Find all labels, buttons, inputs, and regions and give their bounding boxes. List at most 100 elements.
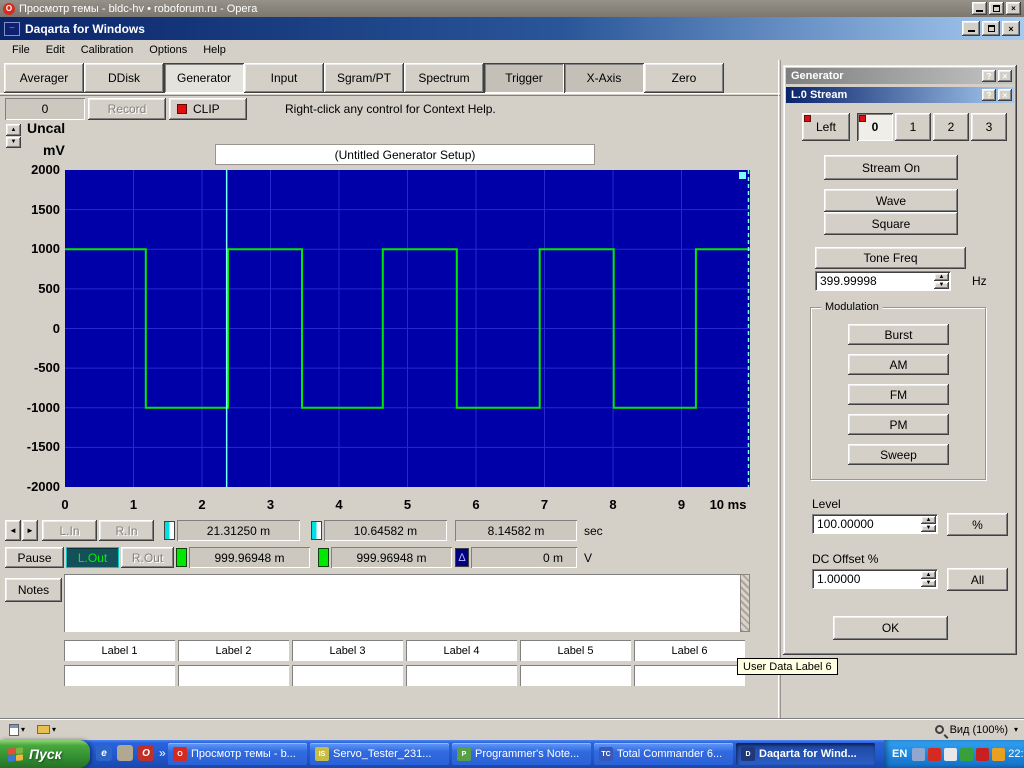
generator-help-button[interactable]: ?: [982, 70, 996, 82]
clock[interactable]: 22:10: [1008, 748, 1024, 760]
stream-titlebar[interactable]: L.0 Stream ? ×: [786, 87, 1014, 103]
wave-button[interactable]: Wave: [824, 189, 958, 212]
right-output-button[interactable]: R.Out: [121, 547, 174, 568]
spin-down-button[interactable]: ▼: [921, 580, 936, 588]
taskbar-task-servo-tester-231-[interactable]: ISServo_Tester_231...: [310, 743, 449, 765]
taskbar-task-daqarta-for-wind-[interactable]: DDaqarta for Wind...: [736, 743, 875, 765]
taskbar-task-просмотр-темы-b-[interactable]: OПросмотр темы - b...: [168, 743, 307, 765]
notes-button[interactable]: Notes: [5, 578, 62, 602]
right-input-button[interactable]: R.In: [99, 520, 154, 541]
wave-type-button[interactable]: Square: [824, 212, 958, 235]
left-output-button[interactable]: L.Out: [66, 547, 119, 568]
user-label-value-6[interactable]: [634, 665, 745, 686]
tray-icon-4[interactable]: [960, 748, 973, 761]
menu-options[interactable]: Options: [141, 42, 195, 58]
oscilloscope-plot[interactable]: [65, 170, 750, 487]
user-label-value-1[interactable]: [64, 665, 175, 686]
tab-trigger[interactable]: Trigger: [484, 63, 564, 93]
menu-calibration[interactable]: Calibration: [73, 42, 142, 58]
channel-button-0[interactable]: 0: [857, 113, 893, 141]
tab-generator[interactable]: Generator: [164, 63, 244, 93]
statusbar-folder-button[interactable]: ▾: [34, 724, 59, 735]
spin-up-button[interactable]: ▲: [934, 273, 949, 281]
app-minimize-button[interactable]: [962, 21, 980, 36]
spin-up-button[interactable]: ▲: [921, 571, 936, 579]
taskbar-task-programmer-s-note-[interactable]: PProgrammer's Note...: [452, 743, 591, 765]
app-maximize-button[interactable]: [982, 21, 1000, 36]
statusbar-panels-button[interactable]: ▾: [6, 723, 28, 737]
am-button[interactable]: AM: [848, 354, 949, 375]
tone-freq-button[interactable]: Tone Freq: [815, 247, 966, 269]
clip-indicator[interactable]: CLIP: [169, 98, 247, 120]
start-button[interactable]: Пуск: [0, 740, 90, 768]
channel-button-left[interactable]: Left: [802, 113, 850, 141]
notes-textarea[interactable]: [64, 574, 740, 632]
dc-offset-field[interactable]: 1.00000 ▲ ▼: [812, 569, 938, 589]
user-label-4[interactable]: Label 4: [406, 640, 517, 661]
tone-freq-field[interactable]: 399.99998 ▲ ▼: [815, 271, 951, 291]
scale-up-button[interactable]: ▲: [6, 124, 21, 136]
language-indicator[interactable]: EN: [892, 748, 907, 760]
tab-zero[interactable]: Zero: [644, 63, 724, 93]
zoom-control[interactable]: Вид (100%): [950, 724, 1008, 736]
user-label-value-4[interactable]: [406, 665, 517, 686]
tray-icon-1[interactable]: [912, 748, 925, 761]
user-label-5[interactable]: Label 5: [520, 640, 631, 661]
tab-ddisk[interactable]: DDisk: [84, 63, 164, 93]
stream-help-button[interactable]: ?: [982, 89, 996, 101]
user-label-3[interactable]: Label 3: [292, 640, 403, 661]
generator-close-button[interactable]: ×: [998, 70, 1012, 82]
expand-marker-icon[interactable]: [739, 172, 746, 179]
quick-launch-icon-2[interactable]: [117, 745, 133, 761]
stream-close-button[interactable]: ×: [998, 89, 1012, 101]
tab-averager[interactable]: Averager: [4, 63, 84, 93]
channel-button-1[interactable]: 1: [895, 113, 931, 141]
tab-sgram-pt[interactable]: Sgram/PT: [324, 63, 404, 93]
tab-x-axis[interactable]: X-Axis: [564, 63, 644, 93]
spin-up-button[interactable]: ▲: [921, 516, 936, 524]
burst-button[interactable]: Burst: [848, 324, 949, 345]
tray-icon-2[interactable]: [928, 748, 941, 761]
tray-icon-6[interactable]: [992, 748, 1005, 761]
quick-launch-icon-3[interactable]: O: [138, 745, 154, 761]
spin-down-button[interactable]: ▼: [934, 282, 949, 290]
user-label-value-2[interactable]: [178, 665, 289, 686]
level-percent-button[interactable]: %: [947, 513, 1008, 536]
internet-explorer-icon[interactable]: e: [96, 745, 112, 761]
tab-input[interactable]: Input: [244, 63, 324, 93]
scale-down-button[interactable]: ▼: [6, 137, 21, 149]
menu-help[interactable]: Help: [195, 42, 234, 58]
app-close-button[interactable]: ×: [1002, 21, 1020, 36]
level-field[interactable]: 100.00000 ▲ ▼: [812, 514, 938, 534]
opera-restore-button[interactable]: [989, 2, 1004, 15]
quick-launch-overflow-chevron[interactable]: »: [159, 746, 166, 760]
user-label-value-5[interactable]: [520, 665, 631, 686]
user-label-2[interactable]: Label 2: [178, 640, 289, 661]
pm-button[interactable]: PM: [848, 414, 949, 435]
notes-scrollbar-grip[interactable]: [740, 574, 750, 632]
opera-minimize-button[interactable]: [972, 2, 987, 15]
user-label-6[interactable]: Label 6: [634, 640, 745, 661]
tray-icon-3[interactable]: [944, 748, 957, 761]
taskbar-task-total-commander-6-[interactable]: TCTotal Commander 6...: [594, 743, 733, 765]
stream-on-button[interactable]: Stream On: [824, 155, 958, 180]
tab-spectrum[interactable]: Spectrum: [404, 63, 484, 93]
opera-close-button[interactable]: ×: [1006, 2, 1021, 15]
channel-button-2[interactable]: 2: [933, 113, 969, 141]
menu-edit[interactable]: Edit: [38, 42, 73, 58]
left-input-button[interactable]: L.In: [42, 520, 97, 541]
step-left-button[interactable]: ◄: [5, 520, 21, 541]
user-label-value-3[interactable]: [292, 665, 403, 686]
generator-panel-titlebar[interactable]: Generator ? ×: [786, 68, 1014, 84]
channel-button-3[interactable]: 3: [971, 113, 1007, 141]
spin-down-button[interactable]: ▼: [921, 525, 936, 533]
record-button[interactable]: Record: [88, 98, 166, 120]
dc-all-button[interactable]: All: [947, 568, 1008, 591]
menu-file[interactable]: File: [4, 42, 38, 58]
user-label-1[interactable]: Label 1: [64, 640, 175, 661]
sweep-button[interactable]: Sweep: [848, 444, 949, 465]
tray-icon-5[interactable]: [976, 748, 989, 761]
ok-button[interactable]: OK: [833, 616, 948, 640]
step-right-button[interactable]: ►: [22, 520, 38, 541]
fm-button[interactable]: FM: [848, 384, 949, 405]
